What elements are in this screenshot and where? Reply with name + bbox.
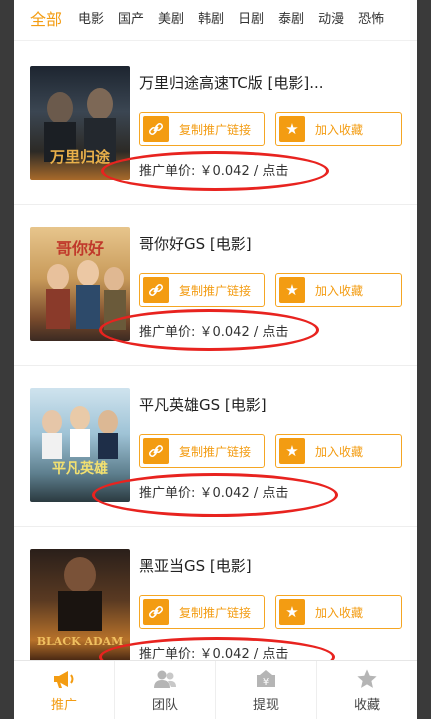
copy-link-label: 复制推广链接 [179,444,252,459]
list-item: 万里归途 万里归途高速TC版 [电影]... 复制推广链接 ★ 加入收藏 推广单… [14,44,417,205]
withdraw-icon: ¥ [254,668,278,690]
movie-poster[interactable]: 哥你好 [30,227,130,341]
nav-label: 提现 [252,697,279,713]
movie-title[interactable]: 平凡英雄GS [电影] [139,394,267,415]
movie-poster[interactable]: BLACK ADAM [30,549,130,663]
team-icon [153,668,177,690]
promo-price: 推广单价: ￥0.042 / 点击 [139,164,289,179]
add-favorite-label: 加入收藏 [315,122,364,137]
movie-poster[interactable]: 平凡英雄 [30,388,130,502]
poster-title-text: 哥你好 [55,239,104,258]
add-favorite-button[interactable]: ★ 加入收藏 [275,273,402,307]
star-icon [355,668,379,690]
copy-link-button[interactable]: 复制推广链接 [139,595,265,629]
nav-label: 收藏 [353,697,380,713]
tab-us-drama[interactable]: 美剧 [151,0,191,40]
list-item: 哥你好 哥你好GS [电影] 复制推广链接 ★ 加入收藏 推广单价: ￥0.04… [14,205,417,366]
nav-label: 推广 [50,697,77,713]
megaphone-icon [52,668,76,690]
tab-anime[interactable]: 动漫 [311,0,351,40]
tab-movie[interactable]: 电影 [71,0,111,40]
category-tabs: 全部 电影 国产 美剧 韩剧 日剧 泰剧 动漫 恐怖 [14,0,417,41]
tab-all[interactable]: 全部 [14,0,71,40]
link-icon [143,599,169,625]
tab-jp-drama[interactable]: 日剧 [231,0,271,40]
movie-title[interactable]: 万里归途高速TC版 [电影]... [139,72,324,93]
nav-favorites[interactable]: 收藏 [317,661,417,719]
tab-domestic[interactable]: 国产 [111,0,151,40]
promo-price: 推广单价: ￥0.042 / 点击 [139,486,289,501]
app-page: 全部 电影 国产 美剧 韩剧 日剧 泰剧 动漫 恐怖 万里归途 万里归途高速TC… [14,0,417,719]
link-icon [143,116,169,142]
movie-poster[interactable]: 万里归途 [30,66,130,180]
copy-link-label: 复制推广链接 [179,605,252,620]
star-icon: ★ [279,438,305,464]
copy-link-label: 复制推广链接 [179,283,252,298]
promo-price: 推广单价: ￥0.042 / 点击 [139,325,289,340]
add-favorite-label: 加入收藏 [315,444,364,459]
add-favorite-label: 加入收藏 [315,605,364,620]
tab-th-drama[interactable]: 泰剧 [271,0,311,40]
copy-link-button[interactable]: 复制推广链接 [139,434,265,468]
copy-link-label: 复制推广链接 [179,122,252,137]
poster-title-text: 平凡英雄 [52,461,108,477]
svg-text:¥: ¥ [263,677,269,688]
poster-title-text: 万里归途 [49,148,110,166]
star-icon: ★ [279,599,305,625]
bottom-nav: 推广 团队 ¥ 提现 收藏 [14,660,417,719]
add-favorite-label: 加入收藏 [315,283,364,298]
add-favorite-button[interactable]: ★ 加入收藏 [275,595,402,629]
movie-title[interactable]: 黑亚当GS [电影] [139,555,252,576]
copy-link-button[interactable]: 复制推广链接 [139,112,265,146]
nav-team[interactable]: 团队 [115,661,216,719]
link-icon [143,438,169,464]
nav-withdraw[interactable]: ¥ 提现 [216,661,317,719]
copy-link-button[interactable]: 复制推广链接 [139,273,265,307]
movie-list: 万里归途 万里归途高速TC版 [电影]... 复制推广链接 ★ 加入收藏 推广单… [14,44,417,687]
link-icon [143,277,169,303]
movie-title[interactable]: 哥你好GS [电影] [139,233,252,254]
list-item: 平凡英雄 平凡英雄GS [电影] 复制推广链接 ★ 加入收藏 推广单价: ￥0.… [14,366,417,527]
poster-title-text: BLACK ADAM [36,635,124,648]
add-favorite-button[interactable]: ★ 加入收藏 [275,112,402,146]
poster-figures-image [42,406,118,459]
tab-horror[interactable]: 恐怖 [351,0,391,40]
nav-label: 团队 [151,697,178,713]
star-icon: ★ [279,116,305,142]
tab-kr-drama[interactable]: 韩剧 [191,0,231,40]
nav-promote[interactable]: 推广 [14,661,115,719]
star-icon: ★ [279,277,305,303]
add-favorite-button[interactable]: ★ 加入收藏 [275,434,402,468]
